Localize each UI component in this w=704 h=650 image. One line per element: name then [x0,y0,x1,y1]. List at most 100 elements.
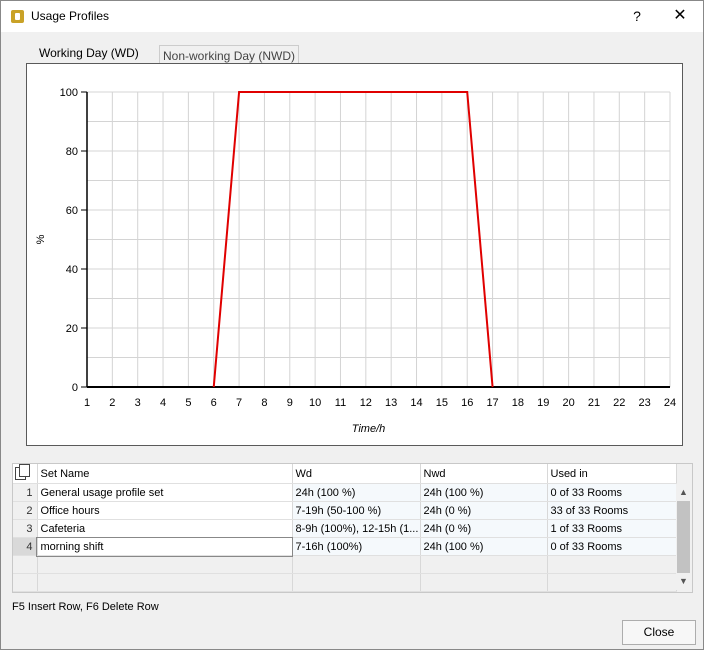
x-tick-label: 15 [436,397,448,409]
y-tick-label: 80 [66,146,78,158]
profile-sets-table: Set Name Wd Nwd Used in 1 General usage … [13,464,677,592]
empty-cell [420,555,548,574]
used-in-cell[interactable]: ...0 of 33 Rooms [547,537,677,556]
empty-cell [13,555,38,574]
wd-value: 7-19h (50-100 %) [295,504,382,517]
x-tick-label: 6 [211,397,217,409]
row-number: 3 [13,519,38,538]
x-tick-label: 9 [287,397,293,409]
copy-header-cell[interactable] [13,464,38,484]
row-number: 1 [13,483,38,502]
empty-cell [547,555,677,574]
wd-value: 7-16h (100%) [295,540,363,553]
column-header-set-name[interactable]: Set Name [37,464,293,484]
table-row[interactable]: 3 Cafeteria 8-9h (100%), 12-15h (1... ..… [13,519,677,538]
window-title: Usage Profiles [31,9,110,23]
title-bar: Usage Profiles ? ✕ [1,1,703,32]
empty-row [13,573,677,592]
usage-profiles-dialog: Usage Profiles ? ✕ Working Day (WD) Non-… [0,0,704,650]
nwd-value: 24h (0 %) [423,522,472,535]
used-in-cell[interactable]: ...1 of 33 Rooms [547,519,677,538]
profile-sets-grid: Set Name Wd Nwd Used in 1 General usage … [12,463,693,593]
x-tick-label: 7 [236,397,242,409]
wd-cell[interactable]: 7-16h (100%) [292,537,421,556]
row-number: 2 [13,501,38,520]
x-tick-label: 18 [512,397,524,409]
close-button[interactable]: Close [622,620,696,645]
empty-cell [547,573,677,592]
empty-row [13,555,677,574]
empty-cell [37,573,293,592]
help-button[interactable]: ? [627,5,647,27]
usage-profile-chart: 0 20 40 60 80 100 1 2 3 4 5 6 7 8 9 10 11 12 13 14 15 16 17 18 1… [26,63,683,446]
wd-cell[interactable]: 8-9h (100%), 12-15h (1... [292,519,421,538]
y-tick-label: 100 [60,87,78,99]
x-tick-label: 20 [562,397,574,409]
wd-value: 8-9h (100%), 12-15h (1... [295,522,419,535]
y-tick-label: 40 [66,264,78,276]
wd-cell[interactable]: 24h (100 %) [292,483,421,502]
empty-cell [13,573,38,592]
tab-working-day[interactable]: Working Day (WD) [35,42,143,64]
x-tick-label: 4 [160,397,166,409]
x-tick-label: 24 [664,397,676,409]
x-tick-label: 21 [588,397,600,409]
x-tick-label: 22 [613,397,625,409]
chart-svg: 0204060801001 2 3 4 5 6 7 8 9 10 11 12 13 14 15 16 17 18 1… [35,87,676,435]
y-axis-label: % [35,234,47,244]
scroll-up-arrow-icon[interactable]: ▲ [676,486,691,498]
nwd-cell[interactable]: ...24h (100 %) [420,537,548,556]
table-row[interactable]: 2 Office hours 7-19h (50-100 %) ...24h (… [13,501,677,520]
vertical-scrollbar[interactable]: ▲ ▼ [676,484,691,590]
nwd-value: 24h (100 %) [423,540,484,553]
used-in-value: 0 of 33 Rooms [550,540,623,553]
window-close-button[interactable]: ✕ [665,5,695,27]
wd-value: 24h (100 %) [295,486,356,499]
nwd-cell[interactable]: ...24h (100 %) [420,483,548,502]
x-tick-label: 1 [84,397,90,409]
x-tick-label: 17 [486,397,498,409]
y-tick-label: 20 [66,323,78,335]
used-in-cell[interactable]: ...0 of 33 Rooms [547,483,677,502]
x-axis-label: Time/h [352,423,386,435]
x-tick-label: 16 [461,397,473,409]
nwd-value: 24h (100 %) [423,486,484,499]
x-tick-label: 14 [410,397,422,409]
column-header-nwd[interactable]: Nwd [420,464,548,484]
x-tick-label: 2 [109,397,115,409]
used-in-value: 33 of 33 Rooms [550,504,629,517]
set-name-edit-field[interactable]: morning shift [36,536,293,557]
used-in-value: 0 of 33 Rooms [550,486,623,499]
empty-cell [292,555,421,574]
empty-cell [37,555,293,574]
set-name-cell[interactable]: Office hours [37,501,293,520]
used-in-cell[interactable]: ...33 of 33 Rooms [547,501,677,520]
column-header-wd[interactable]: Wd [292,464,421,484]
app-icon [11,10,24,23]
x-tick-label: 5 [185,397,191,409]
nwd-value: 24h (0 %) [423,504,472,517]
x-tick-label: 10 [309,397,321,409]
scroll-thumb[interactable] [677,501,690,573]
set-name-cell[interactable]: Cafeteria [37,519,293,538]
x-tick-label: 12 [360,397,372,409]
nwd-cell[interactable]: ...24h (0 %) [420,519,548,538]
scroll-down-arrow-icon[interactable]: ▼ [676,575,691,587]
keyboard-hint: F5 Insert Row, F6 Delete Row [12,601,159,613]
x-tick-label: 3 [135,397,141,409]
row-number: 4 [13,537,38,556]
x-tick-label: 23 [639,397,651,409]
set-name-cell[interactable]: General usage profile set [37,483,293,502]
column-header-used-in[interactable]: Used in [547,464,677,484]
empty-cell [292,573,421,592]
wd-cell[interactable]: 7-19h (50-100 %) [292,501,421,520]
copy-icon[interactable] [15,464,30,480]
nwd-cell[interactable]: ...24h (0 %) [420,501,548,520]
x-tick-label: 11 [335,397,346,409]
x-tick-label: 8 [261,397,267,409]
x-tick-label: 13 [385,397,397,409]
y-tick-label: 0 [72,382,78,394]
x-tick-label: 19 [537,397,549,409]
table-row[interactable]: 1 General usage profile set 24h (100 %) … [13,483,677,502]
table-row[interactable]: 4 morning shift 7-16h (100%) ...24h (100… [13,536,677,557]
